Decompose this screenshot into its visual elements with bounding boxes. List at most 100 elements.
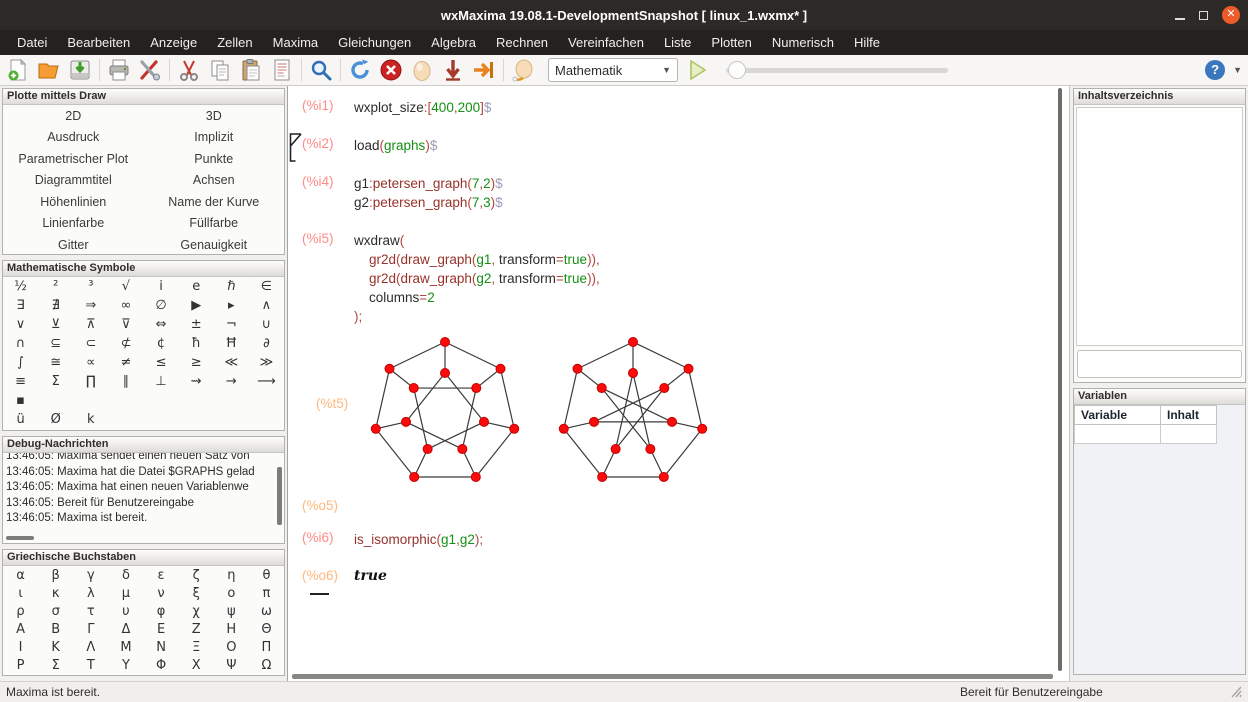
draw-button-füllfarbe[interactable]: Füllfarbe (144, 213, 285, 235)
symbol-button[interactable]: → (214, 372, 249, 391)
worksheet[interactable]: (%i1)wxplot_size:[400,200]$(%i2)load(gra… (287, 86, 1070, 681)
symbol-button[interactable]: ≡ (3, 372, 38, 391)
menu-gleichungen[interactable]: Gleichungen (329, 32, 420, 53)
paste-icon[interactable] (239, 58, 263, 82)
symbol-button[interactable]: ⇒ (73, 296, 108, 315)
code-line[interactable]: columns=2 (354, 288, 600, 307)
preferences-icon[interactable] (138, 58, 162, 82)
symbol-button[interactable]: ü (3, 410, 38, 429)
greek-letter-button[interactable]: Ε (144, 620, 179, 638)
code-line[interactable]: wxplot_size:[400,200]$ (354, 98, 491, 117)
graph-plot-petersen_graph(7,3)[interactable] (558, 334, 708, 486)
code-cell[interactable]: (%i5)wxdraw( gr2d(draw_graph(g1, transfo… (302, 231, 1069, 326)
draw-button-parametrischer-plot[interactable]: Parametrischer Plot (3, 148, 144, 170)
code-editor[interactable]: load(graphs)$ (354, 136, 437, 155)
symbol-button[interactable]: Σ (38, 372, 73, 391)
menu-zellen[interactable]: Zellen (208, 32, 261, 53)
greek-letter-button[interactable]: Ζ (179, 620, 214, 638)
symbol-button[interactable]: ∝ (73, 353, 108, 372)
symbol-button[interactable]: ∈ (249, 277, 284, 296)
greek-letter-button[interactable]: Η (214, 620, 249, 638)
variables-empty-cell[interactable] (1075, 425, 1161, 444)
worksheet-horizontal-scrollbar[interactable] (292, 674, 1053, 679)
symbol-button[interactable]: ∏ (73, 372, 108, 391)
symbol-button[interactable]: ∧ (249, 296, 284, 315)
draw-button-achsen[interactable]: Achsen (144, 170, 285, 192)
cut-icon[interactable] (177, 58, 201, 82)
symbol-button[interactable]: ² (38, 277, 73, 296)
greek-letter-button[interactable]: π (249, 584, 284, 602)
menu-vereinfachen[interactable]: Vereinfachen (559, 32, 653, 53)
active-cell-bracket[interactable] (289, 133, 303, 163)
symbol-button[interactable]: ⟶ (249, 372, 284, 391)
menu-hilfe[interactable]: Hilfe (845, 32, 889, 53)
symbol-button[interactable]: ½ (3, 277, 38, 296)
play-animation-icon[interactable] (685, 58, 709, 82)
evaluate-cell-icon[interactable] (410, 58, 434, 82)
greek-letter-button[interactable]: ψ (214, 602, 249, 620)
code-line[interactable]: gr2d(draw_graph(g2, transform=true)), (354, 269, 600, 288)
greek-letter-button[interactable]: Σ (38, 656, 73, 674)
symbol-button[interactable]: ⊆ (38, 334, 73, 353)
symbol-button[interactable]: ¬ (214, 315, 249, 334)
maximize-button[interactable] (1199, 11, 1208, 20)
code-line[interactable]: wxdraw( (354, 231, 600, 250)
symbol-button[interactable]: e (179, 277, 214, 296)
slider-track[interactable] (726, 68, 948, 73)
evaluate-to-point-icon[interactable] (441, 58, 465, 82)
menu-datei[interactable]: Datei (8, 32, 56, 53)
greek-letter-button[interactable]: Χ (179, 656, 214, 674)
symbol-button[interactable]: ℏ (214, 277, 249, 296)
menu-rechnen[interactable]: Rechnen (487, 32, 557, 53)
menu-liste[interactable]: Liste (655, 32, 700, 53)
greek-letter-button[interactable]: χ (179, 602, 214, 620)
symbol-button[interactable]: ∫ (3, 353, 38, 372)
greek-letter-button[interactable]: ζ (179, 566, 214, 584)
interrupt-icon[interactable] (379, 58, 403, 82)
menu-algebra[interactable]: Algebra (422, 32, 485, 53)
symbol-button[interactable]: ³ (73, 277, 108, 296)
table-of-contents-list[interactable] (1076, 107, 1243, 346)
symbol-button[interactable]: ∂ (249, 334, 284, 353)
code-editor[interactable]: wxplot_size:[400,200]$ (354, 98, 491, 117)
menu-numerisch[interactable]: Numerisch (763, 32, 843, 53)
symbol-button[interactable]: ∪ (249, 315, 284, 334)
worksheet-vertical-scrollbar[interactable] (1058, 88, 1062, 671)
greek-letter-button[interactable]: α (3, 566, 38, 584)
symbol-button[interactable]: ⇔ (144, 315, 179, 334)
symbol-button[interactable]: ≪ (214, 353, 249, 372)
greek-letter-button[interactable]: Β (38, 620, 73, 638)
draw-button-ausdruck[interactable]: Ausdruck (3, 127, 144, 149)
greek-letter-button[interactable]: Γ (73, 620, 108, 638)
code-line[interactable]: load(graphs)$ (354, 136, 437, 155)
code-cell[interactable]: (%i2)load(graphs)$ (302, 136, 1069, 155)
graph-plot-petersen_graph(7,2)[interactable] (370, 334, 520, 486)
open-icon[interactable] (37, 58, 61, 82)
symbol-button[interactable]: ⊥ (144, 372, 179, 391)
greek-letter-button[interactable]: Ν (144, 638, 179, 656)
symbol-button[interactable]: ∄ (38, 296, 73, 315)
greek-letter-button[interactable]: ν (144, 584, 179, 602)
symbol-button[interactable]: ∥ (108, 372, 143, 391)
symbol-button[interactable]: ⊂ (73, 334, 108, 353)
symbol-button[interactable]: Ħ (214, 334, 249, 353)
greek-letter-button[interactable]: β (38, 566, 73, 584)
draw-button-2d[interactable]: 2D (3, 105, 144, 127)
symbol-button[interactable]: ⊼ (73, 315, 108, 334)
cell-type-combobox[interactable]: Mathematik ▼ (548, 58, 678, 82)
greek-letter-button[interactable]: τ (73, 602, 108, 620)
symbol-button[interactable]: ∃ (3, 296, 38, 315)
code-line[interactable]: gr2d(draw_graph(g1, transform=true)), (354, 250, 600, 269)
draw-button-gitter[interactable]: Gitter (3, 234, 144, 255)
draw-button-linienfarbe[interactable]: Linienfarbe (3, 213, 144, 235)
greek-letter-button[interactable]: ρ (3, 602, 38, 620)
greek-letter-button[interactable]: Ι (3, 638, 38, 656)
greek-letter-button[interactable]: υ (108, 602, 143, 620)
code-line[interactable]: ); (354, 307, 600, 326)
greek-letter-button[interactable]: ξ (179, 584, 214, 602)
symbol-button[interactable]: ≤ (144, 353, 179, 372)
code-editor[interactable]: g1:petersen_graph(7,2)$g2:petersen_graph… (354, 174, 503, 212)
help-icon[interactable]: ? (1205, 60, 1225, 80)
draw-button-diagrammtitel[interactable]: Diagrammtitel (3, 170, 144, 192)
greek-letter-button[interactable]: Κ (38, 638, 73, 656)
